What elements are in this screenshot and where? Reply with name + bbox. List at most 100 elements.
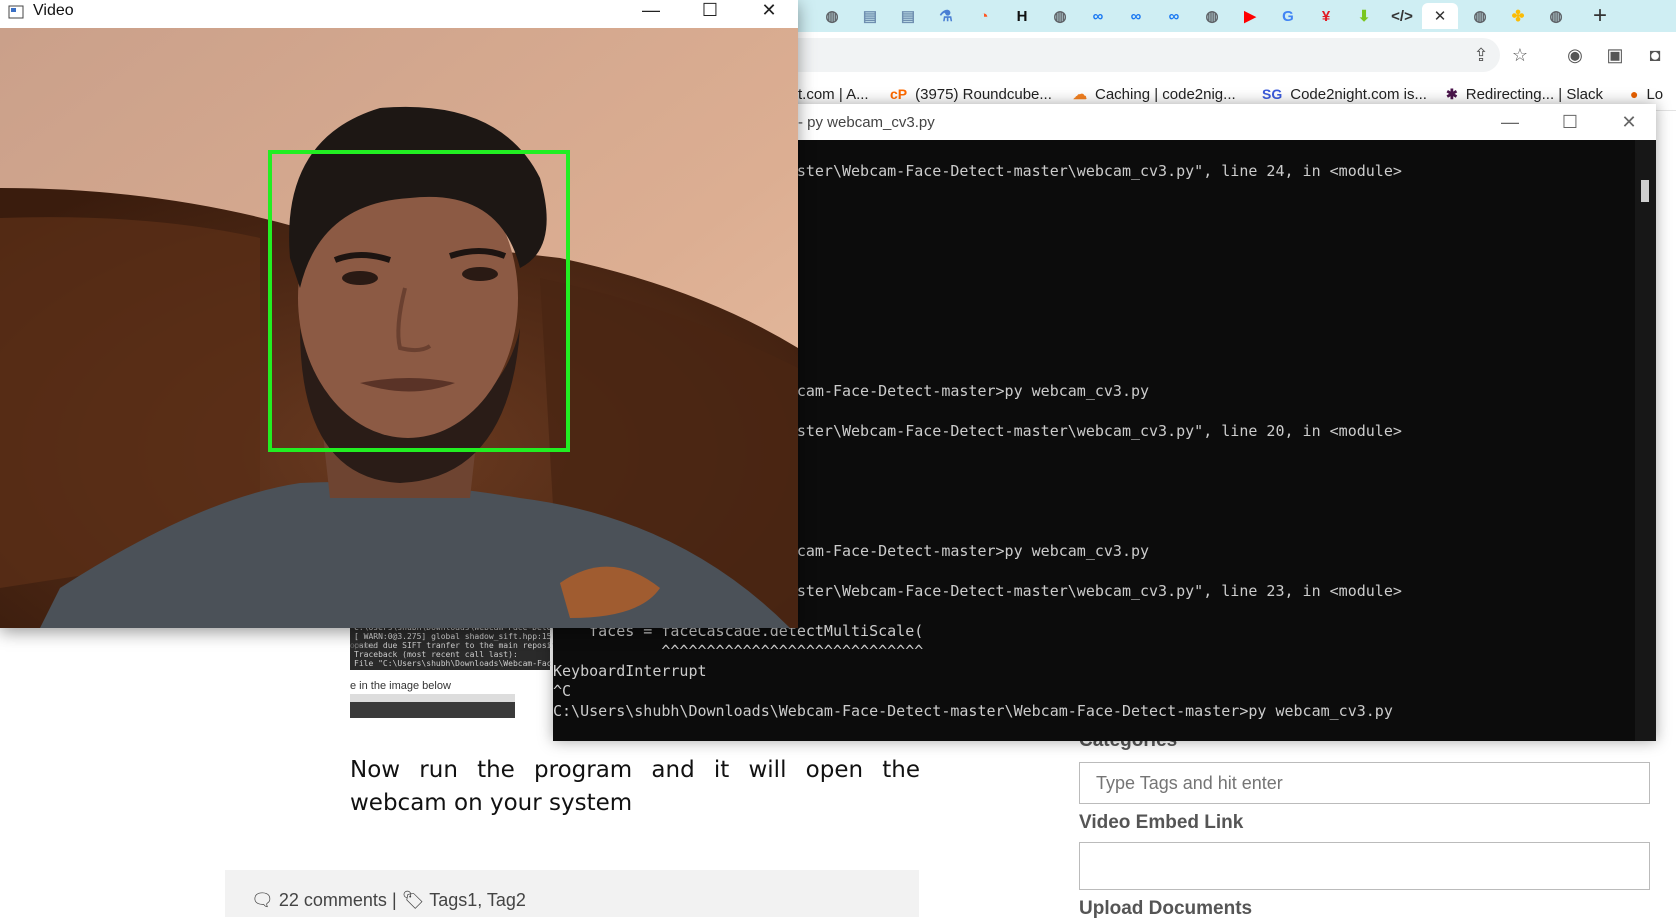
video-window[interactable]: Video — ☐ ✕ (0, 0, 798, 628)
article-paragraph: Now run the program and it will open the… (350, 757, 920, 816)
meta-tab[interactable]: ∞ (1160, 3, 1188, 29)
document-tab[interactable]: ▤ (856, 3, 884, 29)
chrome-icon: ◍ (825, 8, 839, 25)
chrome-tab[interactable]: ◍ (1466, 3, 1494, 29)
chrome-icon: ◍ (1473, 8, 1487, 25)
bookmark-item[interactable]: ● Lo (1630, 86, 1663, 103)
sg-icon: SG (1262, 86, 1283, 102)
chrome-icon: ◍ (1053, 8, 1067, 25)
red-yen-icon: ¥ (1321, 7, 1331, 25)
active-tab[interactable]: ✕ (1422, 3, 1458, 29)
comment-icon: 🗨 (251, 890, 274, 910)
meta-icon: ∞ (1092, 7, 1104, 25)
bookmark-label: Lo (1646, 86, 1664, 103)
green-arrow-tab[interactable]: ⬇ (1350, 3, 1378, 29)
chrome-icon: ◍ (1549, 8, 1563, 25)
terminal-maximize-button[interactable]: ☐ (1550, 108, 1590, 136)
comments-link[interactable]: 22 comments (279, 890, 387, 910)
webcam-frame (0, 28, 798, 628)
terminal-line: ^^^^^^^^^^^^^^^^^^^^^^^^^^^^^ (553, 642, 924, 660)
terminal-line: KeyboardInterrupt (553, 662, 707, 680)
extension-icon[interactable]: ◉ (1564, 44, 1586, 66)
bookmark-item[interactable]: t.com | A... (798, 86, 869, 103)
thumbnail-text-line: File "C:\Users\shubh\Downloads\Webcam-Fa… (354, 659, 552, 668)
share-icon[interactable]: ⇪ (1470, 44, 1492, 66)
youtube-icon: ▶ (1244, 8, 1256, 25)
orange-swirl-tab[interactable]: ◔ (970, 3, 998, 29)
terminal-minimize-button[interactable]: — (1490, 108, 1530, 136)
h-logo-icon: H (1016, 7, 1028, 25)
video-close-button[interactable]: ✕ (747, 0, 791, 24)
video-maximize-button[interactable]: ☐ (688, 0, 732, 24)
video-embed-input[interactable] (1079, 842, 1650, 890)
video-titlebar[interactable]: Video — ☐ ✕ (0, 0, 798, 28)
post-footer: 🗨 22 comments | 🏷 Tags1, Tag2 (225, 870, 919, 917)
bookmark-label: Caching | code2nig... (1095, 86, 1236, 103)
camera-icon[interactable]: ◘ (1644, 44, 1666, 66)
thumbnail-text-line: cated due SIFT tranfer to the main repos… (354, 641, 562, 650)
document-tab[interactable]: ▤ (894, 3, 922, 29)
footer-separator: | (391, 890, 397, 910)
orange-swirl-icon: ◔ (979, 7, 989, 25)
green-arrow-icon: ⬇ (1357, 8, 1371, 25)
bookmark-label: (3975) Roundcube... (915, 86, 1052, 103)
thumbnail-text-line: [ WARN:0@3.275] global shadow_sift.hpp:1… (354, 632, 562, 641)
terminal-line: ^C (553, 682, 572, 700)
video-minimize-button[interactable]: — (629, 0, 673, 24)
bookmark-item[interactable]: cP (3975) Roundcube... (890, 86, 1052, 103)
slack-icon: ✱ (1446, 86, 1458, 102)
terminal-line: C:\Users\shubh\Downloads\Webcam-Face-Det… (553, 702, 1393, 720)
chrome-tab[interactable]: ◍ (1542, 3, 1570, 29)
flask-icon: ⚗ (939, 8, 953, 25)
webcam-image (0, 28, 798, 628)
bookmark-star-icon[interactable]: ☆ (1509, 44, 1531, 66)
bookmark-item[interactable]: ✱ Redirecting... | Slack (1446, 86, 1603, 103)
meta-tab[interactable]: ∞ (1084, 3, 1112, 29)
terminal-scrollbar-thumb[interactable] (1641, 180, 1649, 202)
google-icon: G (1282, 7, 1294, 25)
screenshot-thumbnail-small (350, 694, 515, 718)
chrome-tab[interactable]: ◍ (1046, 3, 1074, 29)
pinwheel-tab[interactable]: ✤ (1504, 3, 1532, 29)
document-icon: ▤ (900, 8, 916, 25)
code-tab[interactable]: </> (1388, 3, 1416, 29)
terminal-close-button[interactable]: ✕ (1609, 108, 1649, 136)
bookmark-item[interactable]: SG Code2night.com is... (1262, 86, 1427, 103)
terminal-scrollbar[interactable] (1635, 140, 1656, 741)
cast-icon[interactable]: ▣ (1604, 44, 1626, 66)
code-icon: </> (1391, 7, 1413, 25)
close-tab-icon[interactable]: ✕ (1434, 7, 1447, 25)
cloud-icon: ☁ (1073, 86, 1087, 102)
meta-tab[interactable]: ∞ (1122, 3, 1150, 29)
chrome-tab[interactable]: ◍ (818, 3, 846, 29)
bookmark-label: Redirecting... | Slack (1465, 86, 1604, 103)
meta-icon: ∞ (1130, 7, 1142, 25)
thumbnail-side-label: opencv (350, 641, 376, 650)
address-bar[interactable] (740, 38, 1500, 72)
google-tab[interactable]: G (1274, 3, 1302, 29)
tags-input[interactable] (1079, 762, 1650, 804)
terminal-title: - py webcam_cv3.py (798, 114, 935, 131)
new-tab-button[interactable]: + (1586, 2, 1614, 29)
red-yen-tab[interactable]: ¥ (1312, 3, 1340, 29)
bookmark-item[interactable]: ☁ Caching | code2nig... (1073, 86, 1236, 103)
tags-icon: 🏷 (401, 890, 425, 910)
document-icon: ▤ (862, 8, 878, 25)
chrome-tab[interactable]: ◍ (1198, 3, 1226, 29)
bookmark-label: t.com | A... (798, 86, 869, 103)
fox-icon: ● (1630, 86, 1639, 102)
video-window-title: Video (33, 2, 74, 19)
cp-icon: cP (890, 86, 908, 102)
meta-icon: ∞ (1168, 7, 1180, 25)
youtube-tab[interactable]: ▶ (1236, 3, 1264, 29)
h-logo-tab[interactable]: H (1008, 3, 1036, 29)
bookmark-label: Code2night.com is... (1290, 86, 1427, 103)
pinwheel-icon: ✤ (1511, 8, 1525, 25)
thumbnail-text-line: Traceback (most recent call last): (354, 650, 518, 659)
window-app-icon (8, 5, 24, 19)
video-embed-label: Video Embed Link (1079, 812, 1244, 833)
chrome-icon: ◍ (1205, 8, 1219, 25)
flask-tab[interactable]: ⚗ (932, 3, 960, 29)
thumbnail-caption: e in the image below (350, 680, 451, 692)
tags-link[interactable]: Tags1, Tag2 (429, 890, 526, 910)
